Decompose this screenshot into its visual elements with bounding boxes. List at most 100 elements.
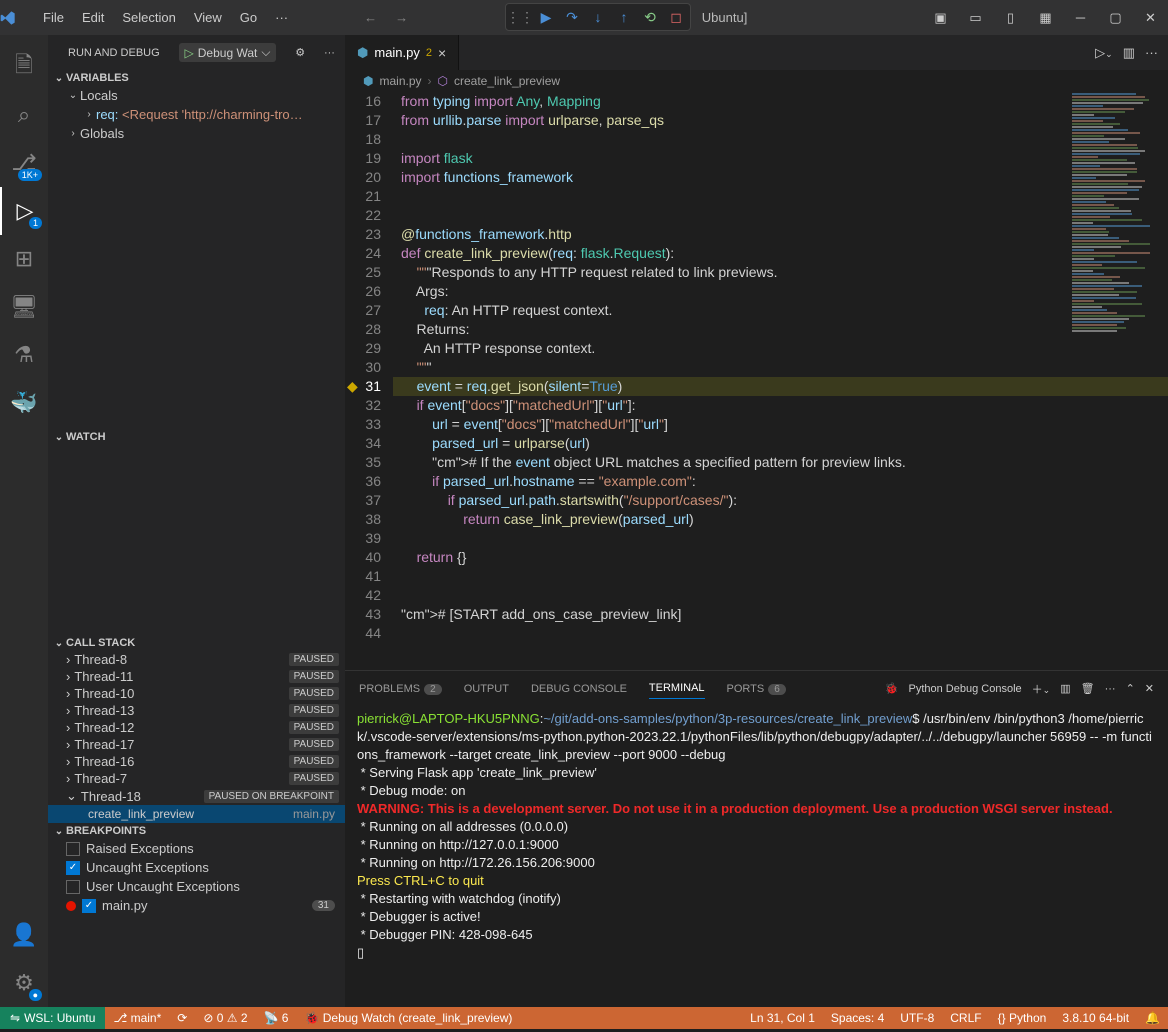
git-branch[interactable]: ⎇ main*: [105, 1011, 169, 1025]
panel-tab-debug-console[interactable]: DEBUG CONSOLE: [531, 679, 627, 699]
layout-custom-icon[interactable]: ▦: [1028, 4, 1063, 32]
debug-step-over-icon[interactable]: ↷: [564, 9, 580, 25]
eol[interactable]: CRLF: [942, 1011, 989, 1025]
menu-file[interactable]: File: [35, 6, 72, 29]
cursor-pos[interactable]: Ln 31, Col 1: [742, 1011, 823, 1025]
maximize-icon[interactable]: ▢: [1098, 4, 1133, 32]
panel-tab-problems[interactable]: PROBLEMS2: [359, 679, 442, 699]
breakpoint-row[interactable]: User Uncaught Exceptions: [48, 877, 345, 896]
minimize-icon[interactable]: ─: [1063, 4, 1098, 32]
interpreter[interactable]: 3.8.10 64-bit: [1054, 1011, 1137, 1025]
layout-right-icon[interactable]: ▯: [993, 4, 1028, 32]
layout-left-icon[interactable]: ▣: [923, 4, 958, 32]
terminal-label[interactable]: Python Debug Console: [909, 683, 1022, 695]
close-panel-icon[interactable]: ✕: [1145, 682, 1154, 695]
variables-section-header[interactable]: ⌄ VARIABLES: [48, 70, 345, 86]
breakpoint-row[interactable]: ✓Uncaught Exceptions: [48, 858, 345, 877]
activity-source-control-icon[interactable]: ⎇1K+: [0, 139, 48, 187]
new-terminal-icon[interactable]: ＋⌄: [1032, 681, 1051, 697]
breakpoints-section-header[interactable]: ⌄ BREAKPOINTS: [48, 823, 345, 839]
remote-indicator[interactable]: ⇋ WSL: Ubuntu: [0, 1007, 105, 1029]
callstack-thread[interactable]: ›Thread-16PAUSED: [48, 753, 345, 770]
ports[interactable]: 📡 6: [256, 1011, 297, 1025]
activity-run-debug-icon[interactable]: ▷1: [0, 187, 48, 235]
indent[interactable]: Spaces: 4: [823, 1011, 892, 1025]
encoding[interactable]: UTF-8: [892, 1011, 942, 1025]
callstack-thread[interactable]: ›Thread-8PAUSED: [48, 651, 345, 668]
variable-row[interactable]: › req: <Request 'http://charming-tro…: [48, 105, 345, 124]
callstack-thread[interactable]: ›Thread-13PAUSED: [48, 702, 345, 719]
language[interactable]: {} Python: [990, 1011, 1055, 1025]
menu-selection[interactable]: Selection: [114, 6, 183, 29]
callstack-thread[interactable]: ›Thread-7PAUSED: [48, 770, 345, 787]
menu-go[interactable]: Go: [232, 6, 265, 29]
stack-frame[interactable]: create_link_previewmain.py: [48, 805, 345, 823]
terminal-output[interactable]: pierrick@LAPTOP-HKU5PNNG:~/git/add-ons-s…: [345, 706, 1168, 1007]
activity-remote-icon[interactable]: 🖥: [0, 283, 48, 331]
variables-scope-locals[interactable]: ⌄ Locals: [48, 86, 345, 105]
callstack-section-header[interactable]: ⌄ CALL STACK: [48, 635, 345, 651]
code-editor[interactable]: 1617181920212223242526272829303132333435…: [345, 92, 1168, 670]
split-terminal-icon[interactable]: ▥: [1060, 682, 1070, 695]
gear-icon[interactable]: ⚙: [295, 46, 305, 59]
checkbox[interactable]: [66, 842, 80, 856]
checkbox[interactable]: [66, 880, 80, 894]
notifications[interactable]: 🔔: [1137, 1011, 1168, 1025]
run-icon[interactable]: ▷⌄: [1095, 45, 1113, 61]
layout-bottom-icon[interactable]: ▭: [958, 4, 993, 32]
kill-terminal-icon[interactable]: 🗑: [1081, 682, 1095, 695]
code-content[interactable]: from typing import Any, Mappingfrom urll…: [393, 92, 1168, 670]
checkbox[interactable]: ✓: [66, 861, 80, 875]
nav-forward-icon[interactable]: →: [387, 6, 416, 29]
menu-view[interactable]: View: [186, 6, 230, 29]
maximize-panel-icon[interactable]: ⌃: [1126, 682, 1135, 695]
activity-explorer-icon[interactable]: 🗎: [0, 43, 48, 91]
activity-accounts-icon[interactable]: 👤: [0, 911, 48, 959]
checkbox[interactable]: ✓: [82, 899, 96, 913]
variables-scope-globals[interactable]: › Globals: [48, 124, 345, 143]
debug-step-into-icon[interactable]: ↓: [590, 9, 606, 25]
debug-stop-icon[interactable]: ◻: [668, 9, 684, 25]
nav-back-icon[interactable]: ←: [356, 6, 385, 29]
watch-section-header[interactable]: ⌄ WATCH: [48, 429, 345, 445]
more-icon[interactable]: ···: [1145, 45, 1158, 60]
editor-tab[interactable]: ⬢ main.py 2 ×: [345, 35, 459, 70]
callstack-thread[interactable]: ›Thread-17PAUSED: [48, 736, 345, 753]
callstack-thread[interactable]: ›Thread-11PAUSED: [48, 668, 345, 685]
panel-tab-ports[interactable]: PORTS6: [727, 679, 786, 699]
debug-continue-icon[interactable]: ▶: [538, 9, 554, 25]
close-icon[interactable]: ✕: [1133, 4, 1168, 32]
menu-···[interactable]: ···: [267, 6, 296, 29]
callstack-thread[interactable]: ›Thread-12PAUSED: [48, 719, 345, 736]
activity-search-icon[interactable]: ⌕: [0, 91, 48, 139]
menu-edit[interactable]: Edit: [74, 6, 112, 29]
activity-settings-icon[interactable]: ⚙●: [0, 959, 48, 1007]
debug-restart-icon[interactable]: ⟲: [642, 9, 658, 25]
breadcrumb-item[interactable]: create_link_preview: [454, 74, 560, 88]
more-icon[interactable]: ···: [324, 47, 335, 59]
more-icon[interactable]: ···: [1105, 683, 1116, 695]
split-editor-icon[interactable]: ▥: [1123, 45, 1135, 61]
breakpoint-row[interactable]: Raised Exceptions: [48, 839, 345, 858]
callstack-thread[interactable]: ›Thread-10PAUSED: [48, 685, 345, 702]
activity-testing-icon[interactable]: ⚗: [0, 331, 48, 379]
breadcrumb[interactable]: ⬢ main.py › ⬡ create_link_preview: [345, 70, 1168, 92]
problems[interactable]: ⊘ 0 ⚠ 2: [195, 1011, 255, 1025]
debug-step-out-icon[interactable]: ↑: [616, 9, 632, 25]
activity-docker-icon[interactable]: 🐳: [0, 379, 48, 427]
thread-status: PAUSED: [289, 653, 339, 666]
breadcrumb-item[interactable]: main.py: [379, 74, 421, 88]
thread-name: Thread-13: [74, 703, 134, 718]
debug-toolbar[interactable]: ⋮⋮ ▶ ↷ ↓ ↑ ⟲ ◻: [505, 3, 691, 31]
activity-extensions-icon[interactable]: ⊞: [0, 235, 48, 283]
sync[interactable]: ⟳: [169, 1011, 195, 1025]
tab-close-icon[interactable]: ×: [438, 45, 446, 61]
debug-grip-icon[interactable]: ⋮⋮: [512, 9, 528, 25]
callstack-thread[interactable]: ⌄Thread-18PAUSED ON BREAKPOINT: [48, 787, 345, 805]
launch-config-selector[interactable]: ▷ Debug Wat ⌵: [179, 43, 277, 62]
breakpoint-row[interactable]: ✓main.py31: [48, 896, 345, 915]
panel-tab-output[interactable]: OUTPUT: [464, 679, 509, 699]
panel-tab-terminal[interactable]: TERMINAL: [649, 678, 705, 699]
minimap[interactable]: [1068, 92, 1168, 352]
debug-target[interactable]: 🐞 Debug Watch (create_link_preview): [296, 1011, 520, 1025]
